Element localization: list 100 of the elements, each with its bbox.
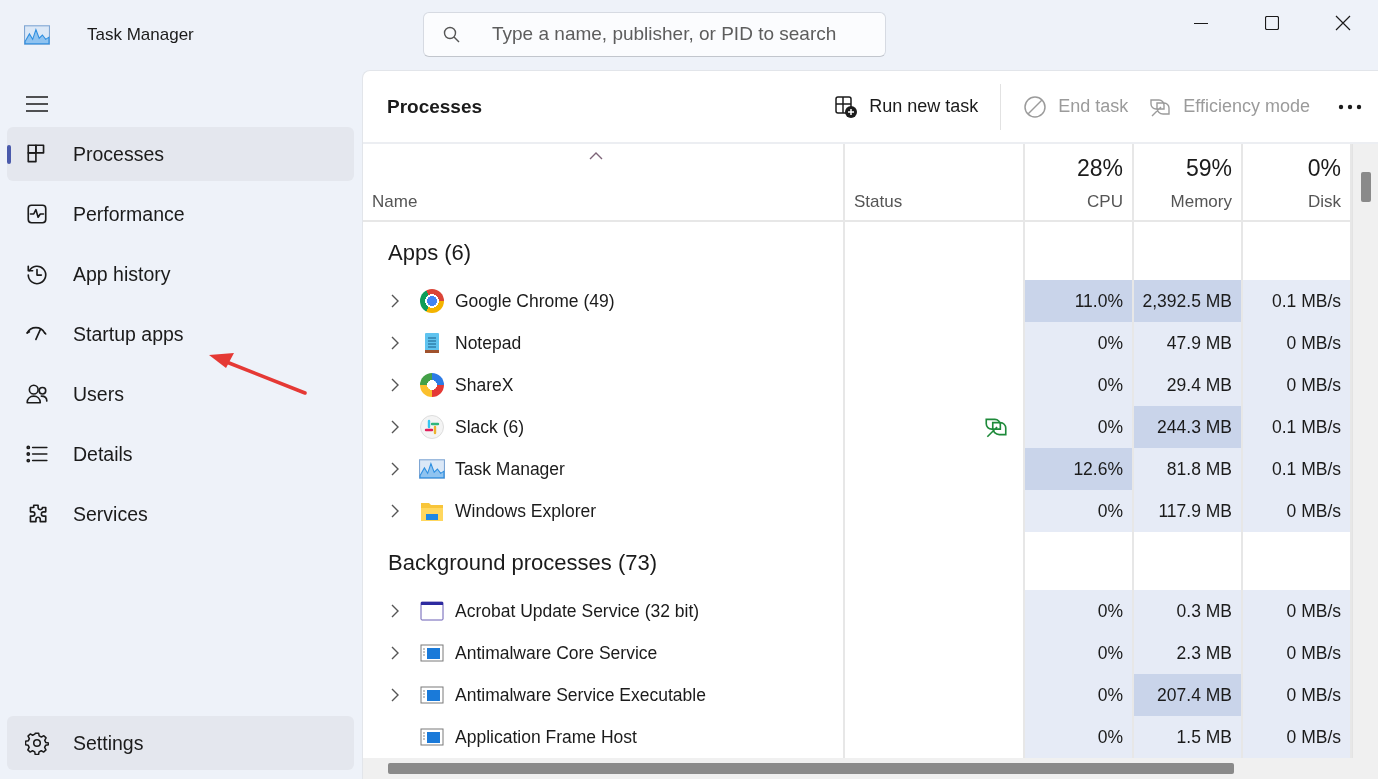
memory-cell: 244.3 MB [1134,406,1243,448]
column-header[interactable]: Name [363,144,845,220]
nav-item[interactable]: App history [7,247,354,301]
process-row[interactable]: Slack (6) 0% 244.3 MB 0.1 MB/s [363,406,1352,448]
nav-item[interactable]: Services [7,487,354,541]
expand-chevron-icon[interactable] [391,462,401,476]
process-name: Task Manager [455,458,565,480]
disk-cell: 0 MB/s [1243,674,1352,716]
task-manager-icon [419,459,445,479]
page-title: Processes [387,95,483,118]
process-name: Notepad [455,332,522,354]
performance-icon [25,202,49,226]
usage-total: 0% [1307,155,1341,182]
users-icon [25,382,49,406]
disk-cell: 0 MB/s [1243,322,1352,364]
maximize-icon[interactable] [1264,16,1279,30]
chrome-icon [420,289,444,313]
process-name: Application Frame Host [455,726,637,748]
disk-cell: 0 MB/s [1243,364,1352,406]
task-manager-icon [24,25,50,45]
nav-item[interactable]: Details [7,427,354,481]
nav-item[interactable]: Performance [7,187,354,241]
expand-chevron-icon[interactable] [391,378,401,392]
memory-cell: 2.3 MB [1134,632,1243,674]
close-icon[interactable] [1334,15,1351,31]
usage-total: 28% [1076,155,1123,182]
settings-button[interactable]: Settings [7,716,354,770]
cpu-cell: 0% [1025,590,1134,632]
column-label: CPU [1087,192,1123,212]
sort-caret-icon [589,152,603,160]
disk-cell: 0 MB/s [1243,590,1352,632]
process-row[interactable]: Windows Explorer 0% 117.9 MB 0 MB/s [363,490,1352,532]
settings-icon [25,731,49,755]
vertical-scrollbar[interactable] [1352,144,1378,758]
horizontal-scrollbar[interactable] [363,758,1378,779]
cpu-cell: 0% [1025,632,1134,674]
process-name: Google Chrome (49) [455,290,615,312]
run-new-task-button[interactable]: Run new task [824,86,989,127]
process-row[interactable]: Task Manager 12.6% 81.8 MB 0.1 MB/s [363,448,1352,490]
process-name: ShareX [455,374,514,396]
window-icon [420,599,444,623]
memory-cell: 0.3 MB [1134,590,1243,632]
nav-item[interactable]: Processes [7,127,354,181]
memory-cell: 29.4 MB [1134,364,1243,406]
prohibited-icon [1023,94,1048,119]
expand-chevron-icon[interactable] [391,646,401,660]
memory-cell: 81.8 MB [1134,448,1243,490]
minimize-icon[interactable] [1193,22,1208,24]
column-header[interactable]: 28% CPU [1025,144,1134,220]
process-row[interactable]: Notepad 0% 47.9 MB 0 MB/s [363,322,1352,364]
column-header[interactable]: Status [845,144,1025,220]
process-name: Slack (6) [455,416,525,438]
expand-chevron-icon[interactable] [391,420,401,434]
window-title: Task Manager [87,25,195,45]
cpu-cell: 11.0% [1025,280,1134,322]
disk-cell: 0 MB/s [1243,716,1352,758]
process-row[interactable]: Antimalware Service Executable 0% 207.4 MB 0 MB/s [363,674,1352,716]
disk-cell: 0.1 MB/s [1243,448,1352,490]
history-icon [25,262,49,286]
cpu-cell: 0% [1025,716,1134,758]
service-icon [420,683,444,707]
column-header[interactable]: 59% Memory [1134,144,1243,220]
expand-chevron-icon[interactable] [391,294,401,308]
disk-cell: 0.1 MB/s [1243,406,1352,448]
process-row[interactable]: ShareX 0% 29.4 MB 0 MB/s [363,364,1352,406]
cpu-cell: 0% [1025,406,1134,448]
memory-cell: 1.5 MB [1134,716,1243,758]
column-label: Disk [1307,192,1341,212]
usage-total: 59% [1185,155,1232,182]
process-row[interactable]: Acrobat Update Service (32 bit) 0% 0.3 MB 0 MB/s [363,590,1352,632]
nav-item[interactable]: Users [7,367,354,421]
process-name: Windows Explorer [455,500,597,522]
process-name: Antimalware Service Executable [455,684,706,706]
group-heading: Apps (6) [388,239,472,266]
expand-chevron-icon[interactable] [391,604,401,618]
column-label: Memory [1170,192,1232,212]
process-row[interactable]: Google Chrome (49) 11.0% 2,392.5 MB 0.1 MB/s [363,280,1352,322]
nav-item[interactable]: Startup apps [7,307,354,361]
disk-cell: 0 MB/s [1243,632,1352,674]
sharex-icon [420,373,444,397]
disk-cell: 0 MB/s [1243,490,1352,532]
search-field[interactable]: Type a name, publisher, or PID to search [423,11,886,57]
service-icon [420,641,444,665]
memory-cell: 117.9 MB [1134,490,1243,532]
expand-chevron-icon[interactable] [391,688,401,702]
expand-chevron-icon[interactable] [391,504,401,518]
cpu-cell: 12.6% [1025,448,1134,490]
search-icon [443,25,460,43]
expand-chevron-icon[interactable] [391,336,401,350]
selection-indicator [7,145,11,164]
cpu-cell: 0% [1025,322,1134,364]
group-heading: Background processes (73) [388,549,658,576]
slack-icon [420,415,444,439]
memory-cell: 2,392.5 MB [1134,280,1243,322]
process-row[interactable]: Antimalware Core Service 0% 2.3 MB 0 MB/s [363,632,1352,674]
process-name: Acrobat Update Service (32 bit) [455,600,700,622]
process-name: Antimalware Core Service [455,642,658,664]
column-label: Name [372,192,419,212]
service-icon [420,725,444,749]
memory-cell: 47.9 MB [1134,322,1243,364]
